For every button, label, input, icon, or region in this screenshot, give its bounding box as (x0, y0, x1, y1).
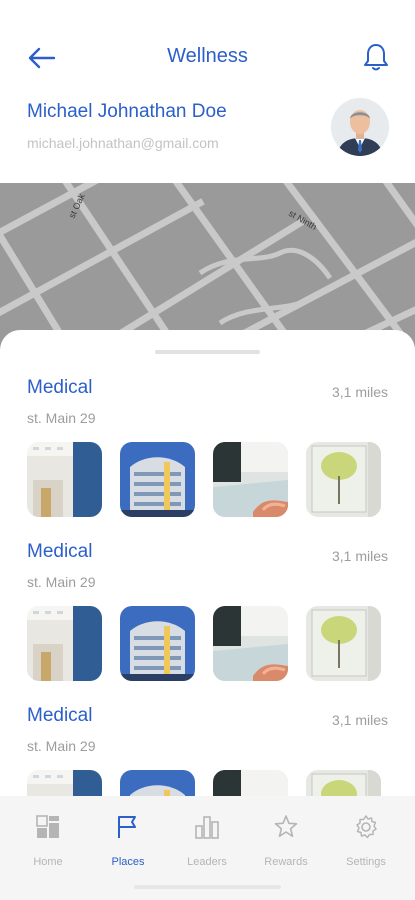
tab-home-label: Home (33, 856, 63, 868)
place-card[interactable]: Medical 3,1 miles st. Main 29 (0, 658, 415, 845)
flag-icon (118, 816, 136, 838)
place-address: st. Main 29 (27, 574, 96, 590)
user-avatar-image (331, 98, 389, 156)
tab-leaders-label: Leaders (187, 856, 227, 868)
tab-places[interactable]: Places (93, 814, 163, 874)
place-name: Medical (27, 377, 93, 398)
tab-settings-label: Settings (346, 856, 386, 868)
user-name: Michael Johnathan Doe (27, 101, 227, 122)
place-distance: 3,1 miles (331, 712, 388, 728)
grid-icon (36, 815, 59, 838)
gear-icon (356, 815, 377, 839)
home-indicator (134, 885, 281, 889)
bell-icon (364, 44, 388, 71)
place-name: Medical (27, 541, 93, 562)
tab-rewards-label: Rewards (264, 856, 308, 868)
tab-rewards[interactable]: Rewards (251, 814, 321, 874)
tab-places-label: Places (111, 856, 145, 868)
place-name: Medical (27, 705, 93, 726)
place-card[interactable]: Medical 3,1 miles st. Main 29 (0, 494, 415, 681)
page-title: Wellness (167, 45, 248, 67)
user-email: michael.johnathan@gmail.com (27, 135, 219, 151)
place-card[interactable]: Medical 3,1 miles st. Main 29 (0, 330, 415, 517)
tab-settings[interactable]: Settings (331, 814, 401, 874)
place-distance: 3,1 miles (331, 548, 388, 564)
tab-home[interactable]: Home (13, 814, 83, 874)
tab-leaders[interactable]: Leaders (172, 814, 242, 874)
app-header: Wellness (0, 0, 415, 100)
notifications-button[interactable] (363, 42, 389, 72)
place-address: st. Main 29 (27, 738, 96, 754)
place-address: st. Main 29 (27, 410, 96, 426)
place-distance: 3,1 miles (331, 384, 388, 400)
avatar[interactable] (331, 98, 389, 156)
star-icon (274, 815, 298, 837)
bar-chart-icon (195, 816, 219, 839)
